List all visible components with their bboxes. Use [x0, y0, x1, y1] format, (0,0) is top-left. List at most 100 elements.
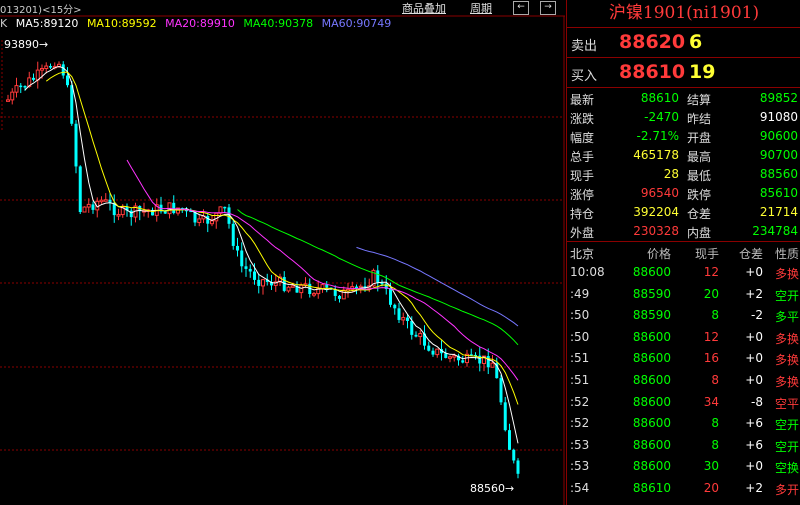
tick-type: 多平: [774, 310, 799, 325]
tick-price: 88600: [632, 372, 671, 387]
sell-volume: 6: [689, 31, 703, 53]
candle-down: [376, 270, 380, 283]
tick-row[interactable]: :51 88600 8 +0 多换: [567, 370, 800, 392]
tick-row[interactable]: :54 88610 20 +2 多开: [567, 478, 800, 500]
tick-time: :52: [570, 394, 590, 409]
candle-down: [325, 284, 329, 288]
candle-up: [6, 99, 10, 102]
candle-down: [444, 353, 448, 358]
stat-value: 90700: [759, 148, 798, 162]
tick-row[interactable]: :50 88590 8 -2 多平: [567, 305, 800, 327]
stat-label: 昨结: [687, 112, 712, 126]
tick-type: 多换: [774, 353, 799, 368]
tick-time: :50: [570, 329, 590, 344]
candle-up: [10, 91, 15, 101]
low-price-marker: 88560→: [470, 482, 514, 495]
candle-down: [512, 449, 516, 461]
tick-row[interactable]: :51 88600 16 +0 多换: [567, 348, 800, 370]
ticks-list[interactable]: 10:08 88600 12 +0 多换:49 88590 20 +2 空开:50 88590 8 -…: [567, 262, 800, 500]
period-button[interactable]: 周期: [470, 0, 492, 16]
tick-row[interactable]: 10:08 88600 12 +0 多换: [567, 262, 800, 284]
stat-label: 最新: [570, 93, 595, 107]
stat-value: -2470: [644, 110, 679, 124]
candle-down: [486, 356, 490, 368]
candle-up: [14, 85, 19, 93]
stat-label: 幅度: [570, 131, 595, 145]
candle-down: [508, 430, 511, 450]
stat-row: 现手 28 最低 88560: [567, 165, 800, 184]
tick-type: 空开: [774, 288, 799, 303]
stat-row: 外盘 230328 内盘 234784: [567, 222, 800, 241]
candle-down: [338, 295, 341, 299]
candle-down: [19, 85, 23, 88]
stat-label: 最高: [687, 150, 712, 164]
stat-value: 465178: [633, 148, 679, 162]
tick-oi-change: +6: [745, 416, 763, 431]
stat-value: 88560: [759, 167, 798, 181]
candle-down: [427, 345, 431, 351]
candle-down: [414, 334, 418, 337]
stat-value: -2.71%: [636, 129, 679, 143]
tick-volume: 30: [703, 459, 719, 474]
candle-down: [66, 75, 69, 86]
stat-value: 21714: [759, 205, 798, 219]
candle-up: [320, 284, 325, 290]
buy-price: 88610: [619, 61, 686, 83]
stat-row: 幅度 -2.71% 开盘 90600: [567, 127, 800, 146]
candle-down: [172, 202, 176, 214]
stat-row: 涨跌 -2470 昨结 91080: [567, 108, 800, 127]
stat-value: 89852: [759, 91, 798, 105]
candle-down: [23, 86, 27, 88]
high-price-marker: 93890→: [4, 38, 48, 51]
candle-up: [286, 286, 291, 292]
tick-row[interactable]: :49 88590 20 +2 空开: [567, 284, 800, 306]
stat-value: 234784: [752, 224, 798, 238]
next-arrow-icon[interactable]: →: [540, 1, 556, 15]
buy-row[interactable]: 买入 88610 19: [567, 58, 800, 88]
tick-type: 多换: [774, 267, 799, 281]
candle-down: [393, 304, 397, 309]
tick-oi-change: +0: [745, 372, 763, 387]
candle-up: [261, 279, 265, 287]
candle-down: [257, 279, 261, 286]
stat-value: 88610: [640, 91, 679, 105]
tick-time: :52: [570, 416, 590, 431]
candle-down: [240, 250, 244, 267]
tick-price: 88590: [632, 308, 671, 323]
tick-volume: 8: [711, 308, 719, 323]
candle-down: [248, 268, 252, 272]
stat-row: 总手 465178 最高 90700: [567, 146, 800, 165]
tick-oi-change: +0: [745, 329, 763, 344]
ticks-col-volume: 现手: [694, 247, 719, 261]
tick-row[interactable]: :52 88600 8 +6 空开: [567, 413, 800, 435]
tick-row[interactable]: :53 88600 30 +0 空换: [567, 456, 800, 478]
overlay-commodity-button[interactable]: 商品叠加: [402, 0, 446, 16]
tick-volume: 12: [703, 329, 719, 344]
stat-label: 仓差: [687, 207, 712, 221]
ma20-label: MA20:89910: [165, 17, 235, 30]
stat-value: 392204: [633, 205, 679, 219]
tick-time: :53: [570, 437, 590, 452]
candlestick-chart[interactable]: 93890→ 88560→: [0, 0, 565, 505]
ticks-col-time: 北京: [570, 247, 595, 261]
stat-value: 96540: [640, 186, 679, 200]
tick-row[interactable]: :50 88600 12 +0 多换: [567, 327, 800, 349]
tick-type: 多开: [774, 482, 799, 497]
candle-up: [210, 220, 214, 225]
quote-panel: 沪镍1901(ni1901) 卖出 88620 6 买入 88610 19 最新…: [566, 0, 800, 505]
tick-time: :50: [570, 308, 590, 323]
tick-volume: 8: [711, 372, 719, 387]
candle-up: [490, 362, 495, 368]
candle-down: [499, 378, 503, 403]
tick-price: 88590: [632, 286, 671, 301]
candle-up: [197, 218, 202, 223]
tick-row[interactable]: :52 88600 34 -8 空平: [567, 392, 800, 414]
tick-row[interactable]: :53 88600 8 +6 空开: [567, 435, 800, 457]
candle-down: [74, 123, 78, 167]
sell-row[interactable]: 卖出 88620 6: [567, 28, 800, 58]
tick-volume: 20: [703, 480, 719, 495]
ma5-label: MA5:89120: [15, 17, 79, 30]
prev-arrow-icon[interactable]: ←: [513, 1, 529, 15]
candle-down: [163, 211, 167, 214]
kline-chart-panel[interactable]: 93890→ 88560→ 013201)<15分> 商品叠加 周期 ← → K …: [0, 0, 565, 505]
